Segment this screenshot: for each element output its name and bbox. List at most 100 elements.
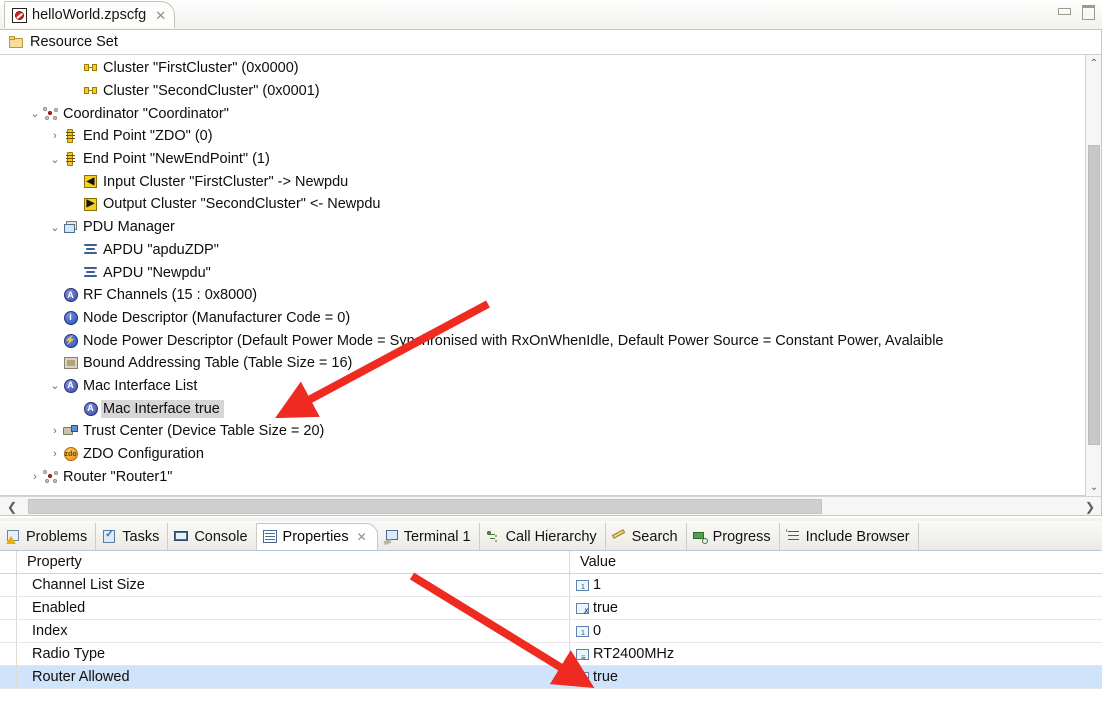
view-tab-tasks[interactable]: Tasks [96, 523, 169, 550]
chevron-right-icon[interactable]: › [48, 130, 62, 142]
trust-center-icon [62, 425, 79, 437]
resource-set-label: Resource Set [30, 34, 118, 50]
tree-item[interactable]: ⌄ Coordinator "Coordinator" [8, 102, 1080, 125]
tree-horizontal-scrollbar[interactable]: ❮ ❯ [0, 496, 1102, 516]
tree-item-label: Trust Center (Device Table Size = 20) [83, 423, 325, 440]
apdu-icon [82, 267, 99, 278]
view-tab-include-browser[interactable]: Include Browser [780, 523, 919, 550]
view-tab-progress[interactable]: Progress [687, 523, 780, 550]
property-row[interactable]: Channel List Size 1 [0, 574, 1102, 597]
tree-rows: Cluster "FirstCluster" (0x0000) Cluster "… [8, 57, 1080, 488]
property-value-cell[interactable]: true [570, 597, 1102, 619]
close-icon[interactable]: ✕ [155, 9, 166, 22]
view-tab-properties[interactable]: Properties ✕ [256, 523, 378, 550]
view-tabstrip: Problems Tasks Console Properties ✕ Terminal … [0, 521, 1102, 551]
scroll-right-icon[interactable]: ❯ [1081, 497, 1099, 516]
scroll-left-icon[interactable]: ❮ [3, 497, 21, 516]
node-descriptor-icon: i [62, 310, 79, 325]
property-value: true [593, 669, 618, 685]
properties-icon [262, 530, 278, 544]
scroll-down-icon[interactable]: ⌄ [1086, 479, 1102, 496]
tree-item-label: ZDO Configuration [83, 446, 204, 463]
property-row[interactable]: Enabled true [0, 597, 1102, 620]
tree-item[interactable]: › Trust Center (Device Table Size = 20) [8, 420, 1080, 443]
view-tab-label: Tasks [122, 528, 160, 545]
problems-icon [6, 529, 21, 544]
property-value-cell[interactable]: true [570, 666, 1102, 688]
tree-item[interactable]: › Router "Router1" [8, 465, 1080, 488]
tree-item[interactable]: Cluster "FirstCluster" (0x0000) [8, 57, 1080, 80]
row-gutter [0, 666, 17, 688]
tree-item-label: RF Channels (15 : 0x8000) [83, 287, 258, 304]
model-tree: Cluster "FirstCluster" (0x0000) Cluster "… [0, 55, 1102, 496]
cluster-icon [82, 87, 99, 95]
tree-item[interactable]: ⌄ PDU Manager [8, 216, 1080, 239]
tree-item-label: Cluster "SecondCluster" (0x0001) [103, 83, 320, 100]
property-row[interactable]: Index 0 [0, 620, 1102, 643]
view-tab-console[interactable]: Console [168, 523, 257, 550]
tree-item[interactable]: Cluster "SecondCluster" (0x0001) [8, 80, 1080, 103]
tree-item[interactable]: ▶ Output Cluster "SecondCluster" <- Newpd… [8, 193, 1080, 216]
property-value: RT2400MHz [593, 646, 675, 662]
chevron-down-icon[interactable]: ⌄ [48, 379, 62, 392]
hscroll-thumb[interactable] [28, 499, 822, 514]
property-value-cell[interactable]: 1 [570, 574, 1102, 596]
tree-item[interactable]: i Node Descriptor (Manufacturer Code = 0) [8, 307, 1080, 330]
tree-item[interactable]: APDU "apduZDP" [8, 239, 1080, 262]
close-icon[interactable]: ✕ [357, 530, 367, 544]
rf-channels-icon: A [82, 401, 99, 416]
chevron-down-icon[interactable]: ⌄ [48, 153, 62, 166]
editor-tab-helloworld[interactable]: helloWorld.zpscfg ✕ [4, 1, 176, 28]
tree-item[interactable]: ⌄ End Point "NewEndPoint" (1) [8, 148, 1080, 171]
call-hierarchy-icon [486, 530, 501, 544]
tree-item[interactable]: › zdo ZDO Configuration [8, 443, 1080, 466]
row-gutter [0, 620, 17, 642]
tree-item[interactable]: APDU "Newpdu" [8, 261, 1080, 284]
tree-item[interactable]: A Mac Interface true [8, 397, 1080, 420]
folder-icon [9, 35, 24, 49]
property-value-cell[interactable]: 0 [570, 620, 1102, 642]
tree-item[interactable]: A RF Channels (15 : 0x8000) [8, 284, 1080, 307]
chevron-right-icon[interactable]: › [28, 471, 42, 483]
maximize-icon[interactable] [1080, 4, 1096, 20]
view-tab-label: Include Browser [805, 528, 910, 545]
tree-item[interactable]: Bound Addressing Table (Table Size = 16) [8, 352, 1080, 375]
view-tab-search[interactable]: Search [606, 523, 687, 550]
property-row[interactable]: Router Allowed true [0, 666, 1102, 689]
output-cluster-icon: ▶ [82, 197, 99, 211]
property-value-cell[interactable]: RT2400MHz [570, 643, 1102, 665]
tree-item[interactable]: ⌄ A Mac Interface List [8, 375, 1080, 398]
bool-editor-icon [576, 671, 590, 684]
chevron-right-icon[interactable]: › [48, 448, 62, 460]
eclipse-window: helloWorld.zpscfg ✕ Resource Set Cluster… [0, 0, 1102, 716]
vscroll-thumb[interactable] [1088, 145, 1100, 445]
tree-item[interactable]: ⚡ Node Power Descriptor (Default Power Mo… [8, 329, 1080, 352]
tree-item-label: End Point "ZDO" (0) [83, 128, 213, 145]
view-tab-call-hierarchy[interactable]: Call Hierarchy [480, 523, 606, 550]
tree-item-label: Input Cluster "FirstCluster" -> Newpdu [103, 173, 349, 190]
tree-item-label: APDU "apduZDP" [103, 241, 219, 258]
property-name: Index [17, 620, 570, 642]
minimize-icon[interactable] [1056, 4, 1072, 18]
property-row[interactable]: Radio Type RT2400MHz [0, 643, 1102, 666]
tree-vertical-scrollbar[interactable]: ⌃ ⌄ [1085, 55, 1102, 496]
view-tab-label: Call Hierarchy [505, 528, 597, 545]
chevron-right-icon[interactable]: › [48, 425, 62, 437]
node-icon [42, 470, 59, 484]
property-name: Channel List Size [17, 574, 570, 596]
input-cluster-icon: ◀ [82, 175, 99, 189]
tree-item-label: Cluster "FirstCluster" (0x0000) [103, 60, 299, 77]
chevron-down-icon[interactable]: ⌄ [28, 107, 42, 120]
endpoint-icon [62, 129, 79, 144]
row-gutter [0, 551, 17, 573]
view-tab-terminal-1[interactable]: Terminal 1 [378, 523, 480, 550]
editor-area: helloWorld.zpscfg ✕ Resource Set Cluster… [0, 0, 1102, 518]
column-header-value: Value [580, 554, 617, 570]
scroll-up-icon[interactable]: ⌃ [1086, 55, 1102, 72]
view-tab-label: Search [631, 528, 678, 545]
tree-item[interactable]: ◀ Input Cluster "FirstCluster" -> Newpdu [8, 170, 1080, 193]
view-tab-problems[interactable]: Problems [0, 523, 97, 550]
node-icon [42, 107, 59, 121]
chevron-down-icon[interactable]: ⌄ [48, 221, 62, 234]
tree-item[interactable]: › End Point "ZDO" (0) [8, 125, 1080, 148]
